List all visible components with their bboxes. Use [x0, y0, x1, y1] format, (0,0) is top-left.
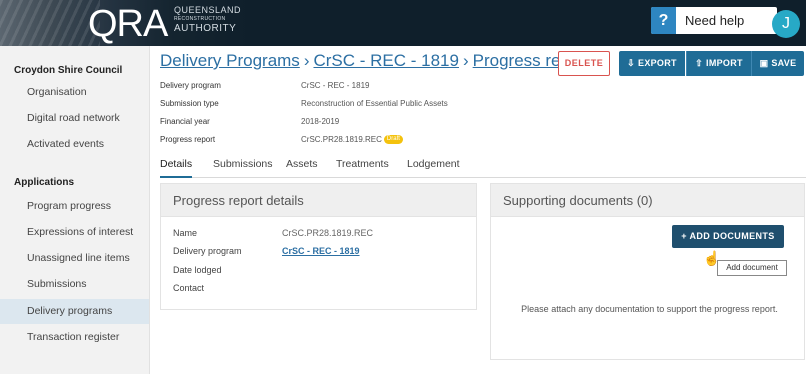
meta-value: CrSC - REC - 1819	[301, 81, 370, 90]
field-label: Contact	[173, 283, 205, 293]
tab-lodgement[interactable]: Lodgement	[407, 158, 460, 178]
field-value-name: CrSC.PR28.1819.REC	[282, 228, 374, 238]
sidebar-apps-title: Applications	[14, 177, 75, 188]
breadcrumb-delivery-programs[interactable]: Delivery Programs	[160, 51, 300, 70]
need-help-label: Need help	[685, 13, 745, 28]
tab-submissions[interactable]: Submissions	[213, 158, 273, 178]
field-label: Delivery program	[173, 246, 242, 256]
tab-details[interactable]: Details	[160, 158, 193, 178]
export-icon: ⇩	[627, 58, 636, 68]
add-document-tooltip: Add document	[717, 260, 787, 276]
tab-assets[interactable]: Assets	[286, 158, 318, 178]
meta-value: CrSC.PR28.1819.REC Draft	[301, 135, 403, 145]
main-content: Delivery Programs › CrSC - REC - 1819 › Prog…	[150, 46, 806, 374]
save-icon: ▣	[759, 58, 769, 68]
breadcrumb: Delivery Programs › CrSC - REC - 1819 › Prog…	[160, 51, 584, 71]
save-label: SAVE	[771, 58, 797, 68]
sidebar-org-title: Croydon Shire Council	[14, 65, 123, 76]
sidebar: Croydon Shire Council Organisation Digit…	[0, 46, 150, 374]
logo-text: QRA	[88, 3, 168, 45]
user-avatar[interactable]: J	[772, 10, 800, 38]
save-button[interactable]: ▣ SAVE	[751, 51, 804, 76]
sidebar-item-activated-events[interactable]: Activated events	[0, 132, 149, 157]
meta-key: Financial year	[160, 117, 210, 126]
qra-logo[interactable]: QRA QUEENSLAND RECONSTRUCTION AUTHORITY	[0, 0, 250, 46]
sidebar-item-organisation[interactable]: Organisation	[0, 80, 149, 105]
sidebar-item-delivery-programs[interactable]: Delivery programs	[0, 299, 149, 324]
import-button[interactable]: ⇧ IMPORT	[686, 51, 751, 76]
sidebar-item-transaction-register[interactable]: Transaction register	[0, 325, 149, 350]
sidebar-item-unassigned-line-items[interactable]: Unassigned line items	[0, 246, 149, 271]
draft-badge: Draft	[383, 135, 403, 145]
need-help-button[interactable]: ? Need help	[651, 7, 777, 34]
meta-value: Reconstruction of Essential Public Asset…	[301, 99, 448, 108]
delete-button[interactable]: DELETE	[558, 51, 610, 76]
panel-title: Progress report details	[161, 184, 476, 217]
breadcrumb-program[interactable]: CrSC - REC - 1819	[313, 51, 458, 70]
progress-report-id: CrSC.PR28.1819.REC	[301, 135, 382, 144]
tab-bar: Details Submissions Assets Treatments Lo…	[160, 158, 806, 178]
field-label: Date lodged	[173, 265, 222, 275]
sidebar-item-submissions[interactable]: Submissions	[0, 272, 149, 297]
delivery-program-link[interactable]: CrSC - REC - 1819	[282, 246, 360, 256]
breadcrumb-separator: ›	[462, 51, 469, 70]
progress-report-details-panel: Progress report details Name CrSC.PR28.1…	[160, 183, 477, 310]
supporting-docs-message: Please attach any documentation to suppo…	[521, 304, 778, 314]
supporting-documents-panel: Supporting documents (0) + ADD DOCUMENTS…	[490, 183, 805, 360]
breadcrumb-separator: ›	[303, 51, 310, 70]
meta-value: 2018-2019	[301, 117, 340, 126]
sidebar-item-program-progress[interactable]: Program progress	[0, 194, 149, 219]
meta-key: Progress report	[160, 135, 216, 144]
sidebar-item-digital-road-network[interactable]: Digital road network	[0, 106, 149, 131]
logo-sub-line: QUEENSLAND	[174, 5, 242, 15]
export-label: EXPORT	[638, 58, 677, 68]
export-button[interactable]: ⇩ EXPORT	[619, 51, 685, 76]
logo-subtitle: QUEENSLAND RECONSTRUCTION AUTHORITY	[174, 5, 242, 34]
help-icon: ?	[651, 7, 676, 34]
logo-background-pattern	[0, 0, 100, 46]
logo-sub-line: AUTHORITY	[174, 23, 237, 34]
meta-key: Delivery program	[160, 81, 221, 90]
tab-treatments[interactable]: Treatments	[336, 158, 389, 178]
import-label: IMPORT	[706, 58, 743, 68]
top-bar: QRA QUEENSLAND RECONSTRUCTION AUTHORITY …	[0, 0, 806, 46]
add-documents-button[interactable]: + ADD DOCUMENTS	[672, 225, 784, 248]
panel-title: Supporting documents (0)	[491, 184, 804, 217]
meta-key: Submission type	[160, 99, 219, 108]
sidebar-item-expressions-of-interest[interactable]: Expressions of interest	[0, 220, 149, 245]
import-icon: ⇧	[695, 58, 704, 68]
field-label: Name	[173, 228, 198, 238]
